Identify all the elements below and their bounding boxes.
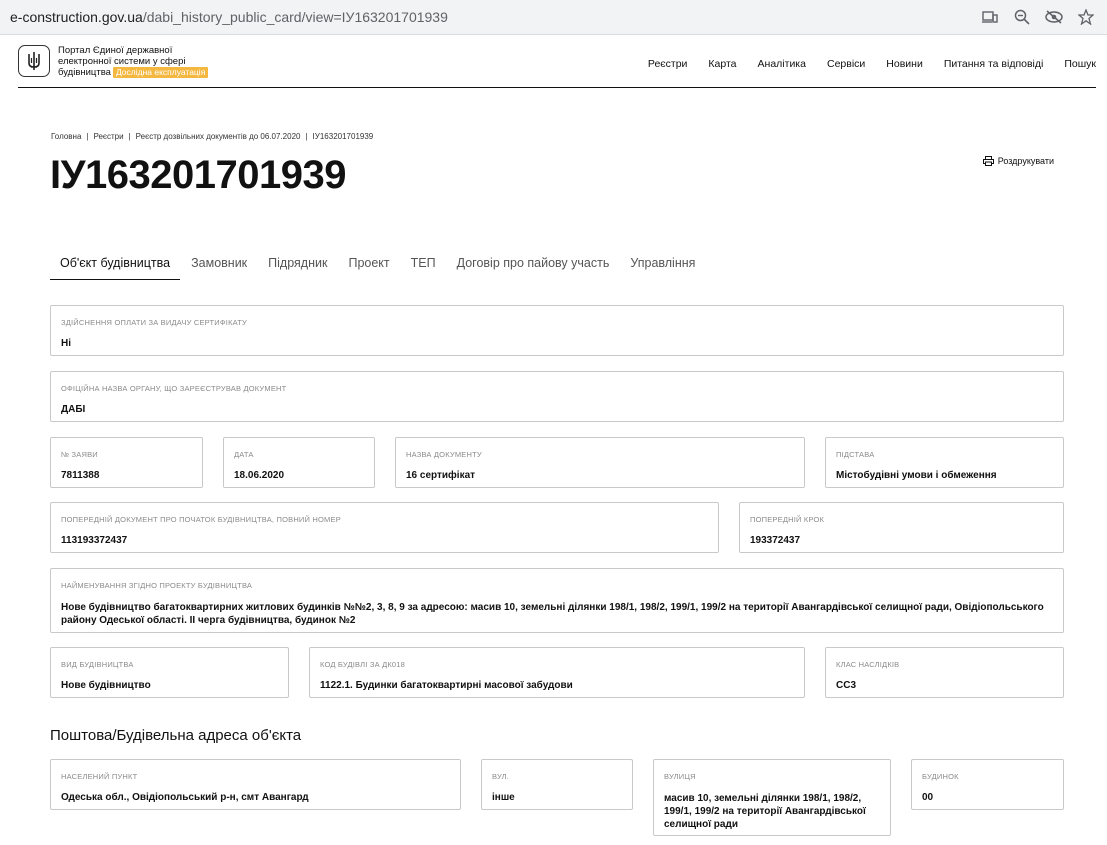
print-label: Роздрукувати bbox=[997, 156, 1054, 166]
trident-logo-icon[interactable] bbox=[18, 45, 50, 77]
field-value: 1122.1. Будинки багатоквартирні масової … bbox=[320, 680, 573, 691]
field-build-type: Вид будівництва Нове будівництво bbox=[50, 647, 289, 698]
field-label: Офіційна назва органу, що зареєстрував д… bbox=[61, 384, 287, 393]
browser-address-bar[interactable]: e-construction.gov.ua/dabi_history_publi… bbox=[0, 0, 1107, 35]
field-locality: Населений пункт Одеська обл., Овідіополь… bbox=[50, 759, 461, 810]
tab-contractor[interactable]: Підрядник bbox=[258, 256, 337, 280]
printer-icon bbox=[982, 156, 994, 166]
field-label: Попередній крок bbox=[750, 515, 825, 524]
field-date: Дата 18.06.2020 bbox=[223, 437, 375, 488]
field-application-number: № заяви 7811388 bbox=[50, 437, 203, 488]
field-value: 7811388 bbox=[61, 470, 100, 481]
field-label: Найменування згідно проекту будівництва bbox=[61, 581, 253, 590]
url-text[interactable]: e-construction.gov.ua/dabi_history_publi… bbox=[10, 9, 448, 25]
address-section-title: Поштова/Будівельна адреса об'єкта bbox=[50, 727, 302, 744]
field-label: Будинок bbox=[922, 772, 959, 781]
field-label: Вид будівництва bbox=[61, 660, 134, 669]
field-authority: Офіційна назва органу, що зареєстрував д… bbox=[50, 371, 1064, 422]
url-host: e-construction.gov.ua bbox=[10, 9, 143, 25]
field-payment: Здійснення оплати за видачу сертифікату … bbox=[50, 305, 1064, 356]
portal-line-1: Портал Єдиної державної bbox=[58, 45, 173, 56]
nav-analytics[interactable]: Аналітика bbox=[758, 58, 806, 70]
tab-customer[interactable]: Замовник bbox=[181, 256, 257, 280]
field-project-name: Найменування згідно проекту будівництва … bbox=[50, 568, 1064, 633]
field-value: Нове будівництво багатоквартирних житлов… bbox=[61, 602, 1044, 626]
beta-badge: Дослідна експлуатація bbox=[112, 67, 209, 78]
field-basis: Підстава Містобудівні умови і обмеження bbox=[825, 437, 1064, 488]
field-value: ДАБІ bbox=[61, 404, 86, 415]
breadcrumb: Головна | Реєстри | Реєстр дозвільних докуме… bbox=[51, 132, 374, 141]
field-value: 18.06.2020 bbox=[234, 470, 285, 481]
nav-map[interactable]: Карта bbox=[708, 58, 736, 70]
nav-registries[interactable]: Реєстри bbox=[648, 58, 688, 70]
nav-services[interactable]: Сервіси bbox=[827, 58, 865, 70]
field-label: Підстава bbox=[836, 450, 875, 459]
field-previous-step: Попередній крок 193372437 bbox=[739, 502, 1064, 553]
breadcrumb-registry[interactable]: Реєстр дозвільних документів до 06.07.20… bbox=[136, 132, 301, 141]
site-header: Портал Єдиної державної електронної сист… bbox=[18, 38, 1096, 88]
field-street-type: Вул. інше bbox=[481, 759, 633, 810]
url-path: /dabi_history_public_card/view=ІУ1632017… bbox=[142, 9, 448, 25]
breadcrumb-current: ІУ163201701939 bbox=[312, 132, 374, 141]
tab-management[interactable]: Управління bbox=[620, 256, 705, 280]
tab-share-agreement[interactable]: Договір про пайову участь bbox=[447, 256, 620, 280]
field-label: Здійснення оплати за видачу сертифікату bbox=[61, 318, 247, 327]
tab-object[interactable]: Об'єкт будівництва bbox=[50, 256, 181, 280]
field-label: № заяви bbox=[61, 450, 98, 459]
tab-bar: Об'єкт будівництва Замовник Підрядник Пр… bbox=[50, 256, 706, 280]
field-house: Будинок 00 bbox=[911, 759, 1064, 810]
nav-faq[interactable]: Питання та відповіді bbox=[944, 58, 1044, 70]
eye-off-icon[interactable] bbox=[1045, 8, 1063, 26]
portal-line-2: електронної системи у сфері bbox=[58, 55, 186, 67]
field-value: СС3 bbox=[836, 680, 857, 691]
field-value: інше bbox=[492, 792, 515, 803]
field-label: Попередній документ про початок будівниц… bbox=[61, 515, 341, 524]
field-value: Ні bbox=[61, 338, 71, 349]
field-label: Клас наслідків bbox=[836, 660, 900, 669]
field-label: Населений пункт bbox=[61, 772, 138, 781]
field-building-code: Код будівлі за ДК018 1122.1. Будинки баг… bbox=[309, 647, 805, 698]
field-consequence-class: Клас наслідків СС3 bbox=[825, 647, 1064, 698]
zoom-icon[interactable] bbox=[1013, 8, 1031, 26]
field-label: Назва документу bbox=[406, 450, 482, 459]
breadcrumb-registries[interactable]: Реєстри bbox=[93, 132, 123, 141]
field-value: 16 сертифікат bbox=[406, 470, 476, 481]
nav-search[interactable]: Пошук bbox=[1064, 58, 1096, 70]
tab-tep[interactable]: ТЕП bbox=[401, 256, 446, 280]
main-nav: Реєстри Карта Аналітика Сервіси Новини П… bbox=[648, 58, 1096, 70]
field-label: Вулиця bbox=[664, 772, 696, 781]
field-value: 00 bbox=[922, 792, 934, 803]
portal-line-3: будівництва bbox=[58, 67, 111, 78]
field-value: 113193372437 bbox=[61, 535, 128, 546]
portal-name[interactable]: Портал Єдиної державної електронної сист… bbox=[58, 45, 258, 79]
field-value: Нове будівництво bbox=[61, 680, 151, 691]
field-value: Містобудівні умови і обмеження bbox=[836, 470, 997, 481]
field-label: Дата bbox=[234, 450, 254, 459]
field-value: 193372437 bbox=[750, 535, 801, 546]
star-icon[interactable] bbox=[1077, 8, 1095, 26]
field-document-name: Назва документу 16 сертифікат bbox=[395, 437, 805, 488]
field-value: масив 10, земельні ділянки 198/1, 198/2,… bbox=[664, 793, 866, 830]
tab-project[interactable]: Проект bbox=[338, 256, 399, 280]
page-title: ІУ163201701939 bbox=[50, 153, 346, 197]
breadcrumb-home[interactable]: Головна bbox=[51, 132, 81, 141]
field-label: Код будівлі за ДК018 bbox=[320, 660, 406, 669]
print-button[interactable]: Роздрукувати bbox=[982, 156, 1054, 166]
field-label: Вул. bbox=[492, 772, 510, 781]
field-street: Вулиця масив 10, земельні ділянки 198/1,… bbox=[653, 759, 891, 836]
nav-news[interactable]: Новини bbox=[886, 58, 923, 70]
field-value: Одеська обл., Овідіопольський р-н, смт А… bbox=[61, 792, 309, 803]
field-previous-document: Попередній документ про початок будівниц… bbox=[50, 502, 719, 553]
devices-icon[interactable] bbox=[981, 8, 999, 26]
